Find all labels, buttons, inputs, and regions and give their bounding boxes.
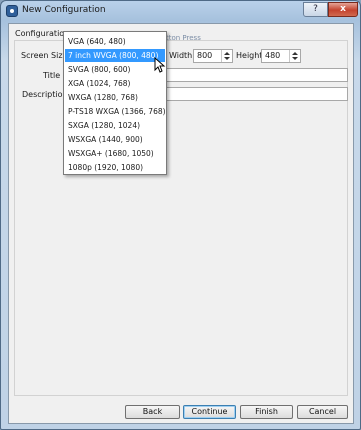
screen-size-option[interactable]: WSXGA+ (1680, 1050) — [65, 147, 165, 160]
screen-size-option[interactable]: 1080p (1920, 1080) — [65, 161, 165, 174]
screen-size-option[interactable]: XGA (1024, 768) — [65, 77, 165, 90]
screen-size-option[interactable]: SXGA (1280, 1024) — [65, 119, 165, 132]
screen-size-option[interactable]: P-TS18 WXGA (1366, 768) — [65, 105, 166, 118]
height-spin-arrows[interactable] — [289, 50, 300, 62]
screen-size-label: Screen Size — [21, 51, 68, 60]
spin-down-icon[interactable] — [292, 57, 298, 60]
width-value: 800 — [197, 51, 213, 60]
screen-size-option[interactable]: SVGA (800, 600) — [65, 63, 165, 76]
screen-size-option[interactable]: VGA (640, 480) — [65, 35, 165, 48]
height-label: Height — [236, 51, 263, 60]
height-value: 480 — [265, 51, 281, 60]
help-button[interactable]: ? — [303, 2, 328, 17]
window-title: New Configuration — [22, 5, 106, 15]
finish-button[interactable]: Finish — [240, 405, 293, 419]
width-spinbox[interactable]: 800 — [193, 49, 233, 63]
title-bar[interactable]: New Configuration ? x — [1, 1, 360, 23]
spin-up-icon[interactable] — [224, 52, 230, 55]
description-label: Description — [22, 90, 68, 99]
dialog-body: Ac Button Press Configuration Screen Siz… — [8, 23, 354, 424]
screen-size-option[interactable]: WSXGA (1440, 900) — [65, 133, 165, 146]
screen-size-dropdown-list[interactable]: VGA (640, 480) 7 inch WVGA (800, 480) SV… — [63, 31, 167, 175]
mouse-cursor-icon — [154, 57, 166, 73]
spin-up-icon[interactable] — [292, 52, 298, 55]
close-button[interactable]: x — [328, 2, 358, 17]
configuration-group-label: Configuration — [15, 29, 70, 38]
title-label: Title — [43, 71, 61, 80]
back-button[interactable]: Back — [125, 405, 180, 419]
app-icon — [6, 5, 18, 17]
screen-size-option[interactable]: WXGA (1280, 768) — [65, 91, 165, 104]
dialog-window: New Configuration ? x Ac Button Press Co… — [0, 0, 361, 430]
cancel-button[interactable]: Cancel — [297, 405, 348, 419]
screen-size-option-selected[interactable]: 7 inch WVGA (800, 480) — [65, 49, 165, 62]
width-label: Width — [169, 51, 193, 60]
height-spinbox[interactable]: 480 — [261, 49, 301, 63]
spin-down-icon[interactable] — [224, 57, 230, 60]
width-spin-arrows[interactable] — [221, 50, 232, 62]
continue-button[interactable]: Continue — [183, 405, 236, 419]
